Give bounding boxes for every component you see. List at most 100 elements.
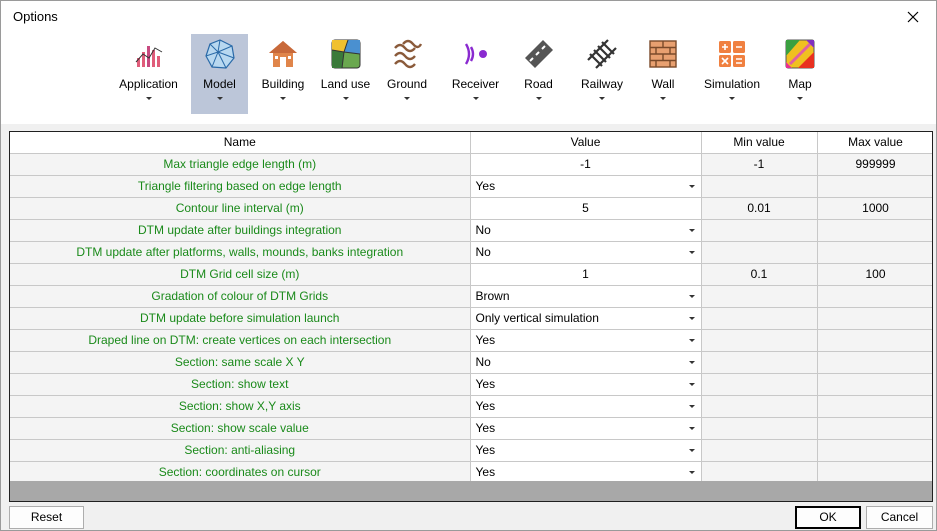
select-box[interactable]: No	[471, 242, 701, 263]
column-header-max-value[interactable]: Max value	[817, 132, 932, 154]
option-value-input[interactable]: 1	[470, 263, 702, 286]
toolbar-item-simulation[interactable]: Simulation	[701, 34, 763, 114]
max-value-cell	[817, 351, 932, 374]
select-box[interactable]: Yes	[471, 330, 701, 351]
select-box[interactable]: Yes	[471, 396, 701, 417]
option-name-cell: Gradation of colour of DTM Grids	[10, 285, 471, 308]
option-value-select[interactable]: Yes	[470, 439, 702, 462]
table-row: Section: show text Yes	[10, 373, 932, 396]
ok-button[interactable]: OK	[795, 506, 861, 529]
select-box[interactable]: Yes	[471, 176, 701, 197]
toolbar-item-railway[interactable]: Railway	[575, 34, 629, 114]
chevron-down-icon	[660, 97, 666, 100]
toolbar-label: Land use	[320, 77, 371, 91]
window-title: Options	[13, 9, 58, 24]
chevron-down-icon	[729, 97, 735, 100]
column-header-name[interactable]: Name	[10, 132, 471, 154]
option-value-select[interactable]: Yes	[470, 395, 702, 418]
toolbar-item-wall[interactable]: Wall	[641, 34, 685, 114]
select-box[interactable]: Yes	[471, 418, 701, 439]
toolbar-item-model[interactable]: Model	[191, 34, 248, 114]
max-value-cell	[817, 241, 932, 264]
option-name-cell: Contour line interval (m)	[10, 197, 471, 220]
select-box[interactable]: Only vertical simulation	[471, 308, 701, 329]
reset-button[interactable]: Reset	[9, 506, 84, 529]
house-icon	[269, 41, 297, 67]
options-table: Name Value Min value Max value Max trian…	[10, 132, 932, 484]
table-row: Max triangle edge length (m) -1 -1 999999	[10, 153, 932, 176]
dropdown-arrow-icon[interactable]	[688, 382, 695, 386]
toolbar-item-road[interactable]: Road	[516, 34, 561, 114]
toolbar-item-land-use[interactable]: Land use	[318, 34, 373, 114]
option-value-select[interactable]: Yes	[470, 373, 702, 396]
option-name-cell: Section: anti-aliasing	[10, 439, 471, 462]
chevron-down-icon	[797, 97, 803, 100]
select-value: Yes	[475, 332, 496, 347]
select-box[interactable]: No	[471, 220, 701, 241]
dropdown-arrow-icon[interactable]	[688, 360, 695, 364]
chevron-down-icon	[599, 97, 605, 100]
dropdown-arrow-icon[interactable]	[688, 294, 695, 298]
chevron-down-icon	[145, 97, 152, 100]
min-value-cell	[701, 219, 818, 242]
option-value-select[interactable]: Brown	[470, 285, 702, 308]
select-value: Yes	[475, 178, 496, 193]
option-value-select[interactable]: No	[470, 241, 702, 264]
table-row: Draped line on DTM: create vertices on e…	[10, 329, 932, 352]
number-value[interactable]: 1	[471, 267, 701, 281]
option-name-cell: Section: coordinates on cursor	[10, 461, 471, 484]
options-grid: Name Value Min value Max value Max trian…	[9, 131, 933, 502]
toolbar-label: Railway	[580, 77, 623, 91]
select-value: Yes	[475, 464, 496, 479]
dropdown-arrow-icon[interactable]	[688, 426, 695, 430]
toolbar-label: Receiver	[451, 77, 500, 91]
dropdown-arrow-icon[interactable]	[688, 316, 695, 320]
option-value-select[interactable]: Only vertical simulation	[470, 307, 702, 330]
select-box[interactable]: Brown	[471, 286, 701, 307]
option-value-input[interactable]: 5	[470, 197, 702, 220]
dropdown-arrow-icon[interactable]	[688, 404, 695, 408]
option-name-cell: DTM update after platforms, walls, mound…	[10, 241, 471, 264]
option-name-cell: Draped line on DTM: create vertices on e…	[10, 329, 471, 352]
toolbar-item-receiver[interactable]: Receiver	[448, 34, 503, 114]
select-box[interactable]: Yes	[471, 462, 701, 483]
option-value-select[interactable]: Yes	[470, 175, 702, 198]
chevron-down-icon	[472, 97, 479, 100]
toolbar-item-application[interactable]: Application	[116, 34, 181, 114]
dropdown-arrow-icon[interactable]	[688, 448, 695, 452]
max-value-cell	[817, 285, 932, 308]
toolbar-item-ground[interactable]: Ground	[382, 34, 432, 114]
max-value-cell	[817, 307, 932, 330]
grid-empty-area	[10, 481, 932, 501]
min-value-cell	[701, 461, 818, 484]
dropdown-arrow-icon[interactable]	[688, 470, 695, 474]
select-box[interactable]: Yes	[471, 374, 701, 395]
close-icon	[907, 11, 919, 22]
mesh-icon	[204, 39, 235, 69]
option-value-input[interactable]: -1	[470, 153, 702, 176]
number-value[interactable]: -1	[471, 157, 701, 171]
option-value-select[interactable]: No	[470, 351, 702, 374]
option-value-select[interactable]: No	[470, 219, 702, 242]
table-row: Section: anti-aliasing Yes	[10, 439, 932, 462]
column-header-min-value[interactable]: Min value	[701, 132, 818, 154]
max-value-cell	[817, 439, 932, 462]
dropdown-arrow-icon[interactable]	[688, 228, 695, 232]
toolbar-item-map[interactable]: Map	[781, 34, 819, 114]
option-value-select[interactable]: Yes	[470, 329, 702, 352]
option-value-select[interactable]: Yes	[470, 417, 702, 440]
toolbar-item-building[interactable]: Building	[256, 34, 310, 114]
dropdown-arrow-icon[interactable]	[688, 338, 695, 342]
table-row: DTM update before simulation launch Only …	[10, 307, 932, 330]
select-box[interactable]: No	[471, 352, 701, 373]
select-value: Brown	[475, 288, 510, 303]
close-button[interactable]	[890, 1, 936, 32]
column-header-value[interactable]: Value	[470, 132, 702, 154]
cancel-button[interactable]: Cancel	[866, 506, 933, 529]
dropdown-arrow-icon[interactable]	[688, 184, 695, 188]
select-box[interactable]: Yes	[471, 440, 701, 461]
number-value[interactable]: 5	[471, 201, 701, 215]
option-value-select[interactable]: Yes	[470, 461, 702, 484]
option-name-cell: DTM update before simulation launch	[10, 307, 471, 330]
dropdown-arrow-icon[interactable]	[688, 250, 695, 254]
